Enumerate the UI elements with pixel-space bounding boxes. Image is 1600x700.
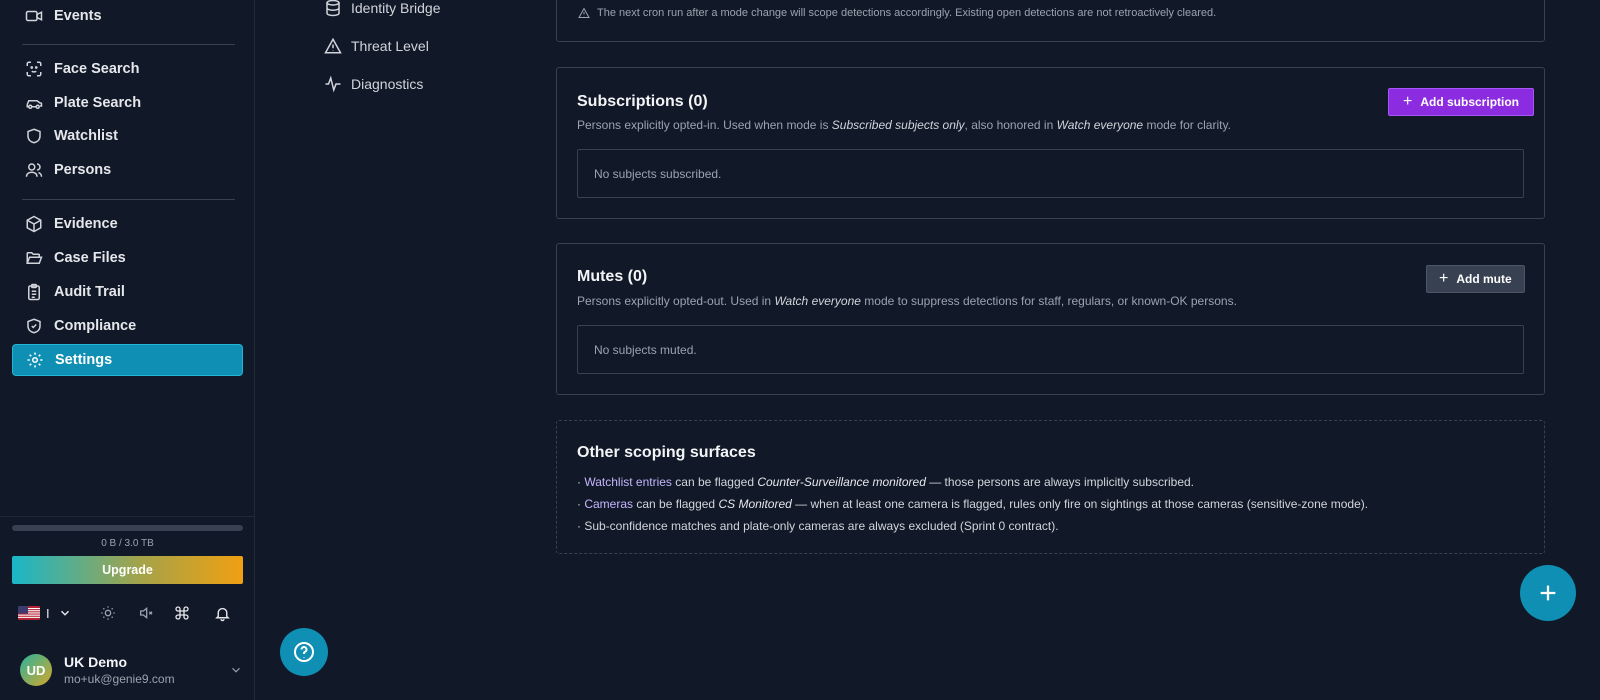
language-code: I [46, 605, 50, 621]
sidebar-item-case-files[interactable]: Case Files [12, 242, 243, 274]
sidebar-item-label: Evidence [54, 216, 118, 232]
add-subscription-button[interactable]: + Add subscription [1388, 88, 1535, 116]
subscriptions-empty-state: No subjects subscribed. [577, 149, 1524, 198]
mode-change-note-text: The next cron run after a mode change wi… [597, 7, 1217, 19]
warning-triangle-icon [324, 37, 342, 55]
sidebar-item-label: Case Files [54, 250, 126, 266]
face-scan-icon [24, 59, 44, 79]
plus-icon [1540, 585, 1556, 601]
help-circle-icon [294, 642, 314, 662]
shield-check-icon [24, 316, 44, 336]
add-mute-label: Add mute [1456, 272, 1512, 286]
sidebar-item-audit-trail[interactable]: Audit Trail [12, 276, 243, 308]
user-menu[interactable]: UD UK Demo mo+uk@genie9.com [20, 650, 243, 690]
sidebar-item-label: Persons [54, 162, 112, 178]
add-fab-button[interactable] [1520, 565, 1576, 621]
sidebar-item-plate-search[interactable]: Plate Search [12, 87, 243, 119]
settings-nav-label: Diagnostics [351, 76, 424, 92]
add-subscription-label: Add subscription [1420, 95, 1520, 109]
other-scoping-card: Other scoping surfaces · Watchlist entri… [556, 420, 1545, 554]
box-icon [24, 214, 44, 234]
mutes-card: Mutes (0) Persons explicitly opted-out. … [556, 243, 1545, 395]
scope-line-watchlist: · Watchlist entries can be flagged Count… [577, 475, 1194, 489]
settings-nav-diagnostics[interactable]: Diagnostics [324, 72, 423, 96]
settings-nav-label: Identity Bridge [351, 0, 441, 16]
sidebar: Events Face Search Plate Search Watchlis… [0, 0, 255, 700]
mutes-description: Persons explicitly opted-out. Used in Wa… [577, 294, 1237, 308]
sidebar-item-label: Watchlist [54, 128, 118, 144]
help-button[interactable] [280, 628, 328, 676]
user-email: mo+uk@genie9.com [64, 672, 175, 686]
avatar: UD [20, 654, 52, 686]
bell-icon[interactable] [214, 605, 231, 622]
watchlist-entries-link[interactable]: Watchlist entries [584, 475, 672, 489]
clipboard-list-icon [24, 282, 44, 302]
sidebar-item-evidence[interactable]: Evidence [12, 208, 243, 240]
subscriptions-description: Persons explicitly opted-in. Used when m… [577, 118, 1231, 132]
gear-icon [25, 350, 45, 370]
scope-line-exclusions: · Sub-confidence matches and plate-only … [577, 519, 1059, 533]
settings-nav-identity-bridge[interactable]: Identity Bridge [324, 0, 441, 20]
sidebar-item-face-search[interactable]: Face Search [12, 53, 243, 85]
volume-mute-icon[interactable] [138, 605, 154, 621]
car-icon [24, 93, 44, 113]
database-icon [324, 0, 342, 17]
shield-icon [24, 126, 44, 146]
sidebar-item-label: Events [54, 8, 102, 24]
activity-icon [324, 75, 342, 93]
plus-icon: + [1439, 270, 1449, 287]
utility-row: I [18, 602, 243, 624]
settings-nav-threat-level[interactable]: Threat Level [324, 34, 429, 58]
sidebar-item-label: Face Search [54, 61, 140, 77]
sidebar-footer-divider [0, 516, 255, 517]
sidebar-item-compliance[interactable]: Compliance [12, 310, 243, 342]
sidebar-item-label: Audit Trail [54, 284, 125, 300]
storage-usage-text: 0 B / 3.0 TB [101, 538, 154, 549]
mutes-title: Mutes (0) [577, 268, 648, 285]
mode-change-note: The next cron run after a mode change wi… [578, 7, 1216, 19]
plus-icon: + [1403, 93, 1413, 110]
mutes-empty-state: No subjects muted. [577, 325, 1524, 374]
scope-line-cameras: · Cameras can be flagged CS Monitored — … [577, 497, 1369, 511]
storage-progress-bar [12, 525, 243, 531]
folder-open-icon [24, 248, 44, 268]
us-flag-icon[interactable] [18, 606, 40, 620]
command-icon[interactable] [174, 605, 190, 621]
sidebar-item-watchlist[interactable]: Watchlist [12, 120, 243, 152]
video-icon [24, 6, 44, 26]
sidebar-item-settings[interactable]: Settings [12, 344, 243, 376]
users-icon [24, 160, 44, 180]
subscriptions-title: Subscriptions (0) [577, 93, 708, 110]
subscriptions-card: Subscriptions (0) Persons explicitly opt… [556, 67, 1545, 219]
chevron-down-icon[interactable] [58, 606, 72, 620]
settings-nav-label: Threat Level [351, 38, 429, 54]
sidebar-divider [22, 44, 235, 45]
add-mute-button[interactable]: + Add mute [1426, 265, 1525, 293]
sidebar-item-label: Plate Search [54, 95, 142, 111]
other-scoping-title: Other scoping surfaces [577, 444, 756, 461]
upgrade-button[interactable]: Upgrade [12, 556, 243, 584]
user-name: UK Demo [64, 654, 128, 670]
warning-triangle-icon [578, 7, 590, 19]
sidebar-item-persons[interactable]: Persons [12, 154, 243, 186]
chevron-down-icon[interactable] [229, 663, 243, 677]
sidebar-divider [22, 199, 235, 200]
sidebar-item-label: Settings [55, 352, 113, 368]
sidebar-item-label: Compliance [54, 318, 137, 334]
cameras-link[interactable]: Cameras [584, 497, 633, 511]
sun-icon[interactable] [100, 605, 116, 621]
sidebar-item-events[interactable]: Events [12, 0, 243, 32]
